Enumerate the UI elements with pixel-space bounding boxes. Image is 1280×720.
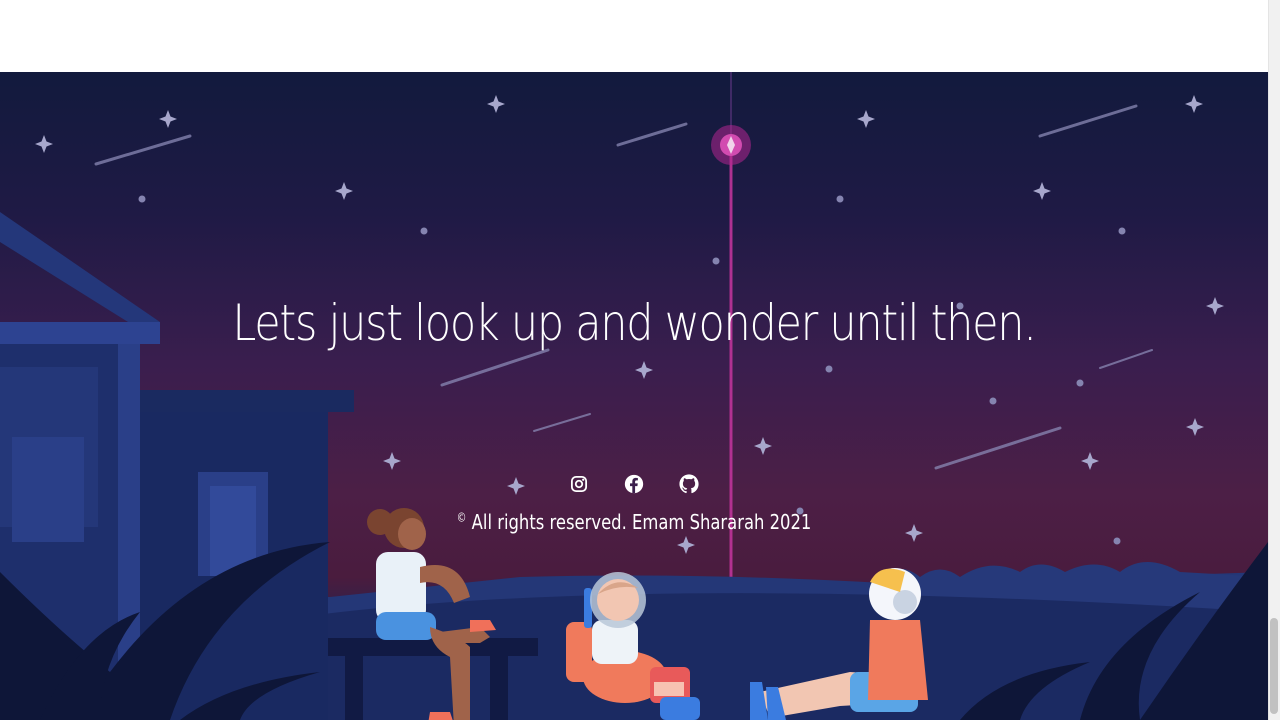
instagram-link[interactable]	[567, 472, 591, 496]
facebook-icon	[624, 474, 644, 494]
instagram-icon	[570, 475, 588, 493]
scrollbar-thumb[interactable]	[1270, 618, 1278, 714]
facebook-link[interactable]	[622, 472, 646, 496]
night-sky-illustration	[0, 72, 1268, 720]
page-scrollbar[interactable]	[1268, 0, 1280, 720]
copyright-text: © All rights reserved. Emam Shararah 202…	[114, 510, 1154, 534]
github-link[interactable]	[677, 472, 701, 496]
copyright-symbol: ©	[456, 510, 467, 525]
github-icon	[679, 474, 699, 494]
footer-tagline: Lets just look up and wonder until then.	[232, 294, 1037, 352]
social-links	[0, 472, 1268, 496]
copyright-label: All rights reserved. Emam Shararah 2021	[471, 510, 812, 534]
page-top-area	[0, 0, 1268, 72]
site-footer: Lets just look up and wonder until then.…	[0, 72, 1268, 720]
